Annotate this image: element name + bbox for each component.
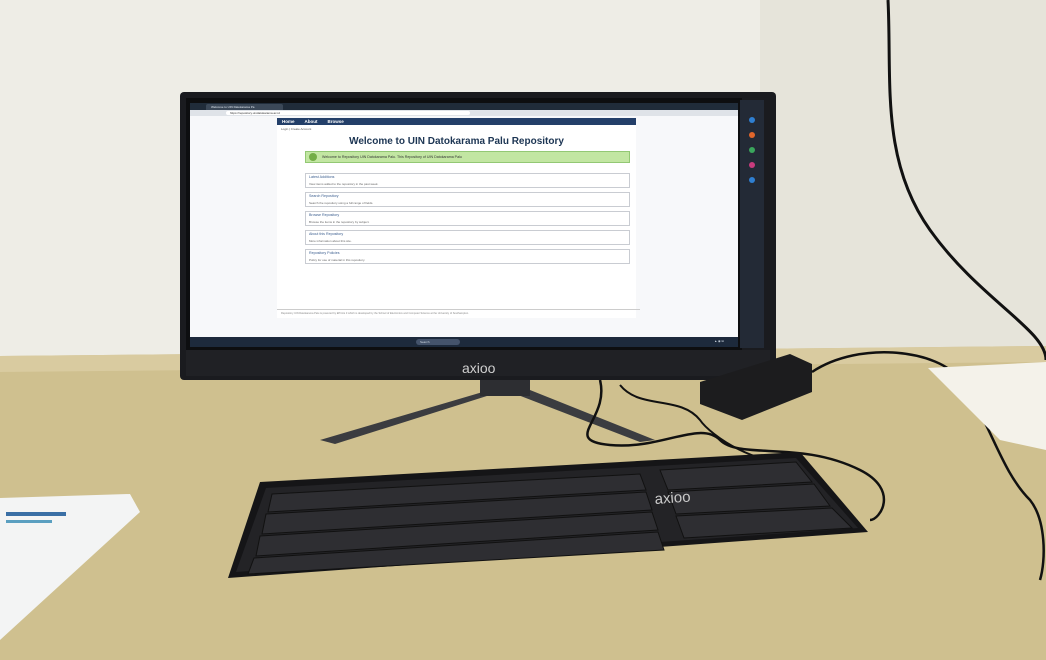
section-latest[interactable]: Latest Additions View items added to the… [305, 173, 630, 188]
section-heading[interactable]: Latest Additions [309, 175, 626, 179]
monitor-brand: axioo [462, 360, 496, 376]
system-tray[interactable]: ▲ ◉ ⊞ [714, 339, 724, 343]
menu-about[interactable]: About [305, 119, 318, 124]
url-field[interactable]: https://repository.uindatokarama.ac.id [226, 111, 470, 115]
section-policies[interactable]: Repository Policies Policy for use of ma… [305, 249, 630, 264]
windows-taskbar: Search ▲ ◉ ⊞ [190, 337, 738, 347]
section-about[interactable]: About this Repository More information a… [305, 230, 630, 245]
section-desc: Search the repository using a full range… [309, 201, 374, 205]
section-browse[interactable]: Browse Repository Browse the items in th… [305, 211, 630, 226]
browser-tab[interactable]: Welcome to UIN Datokarama Pa [206, 103, 283, 110]
taskbar-search[interactable]: Search [416, 339, 460, 345]
section-search[interactable]: Search Repository Search the repository … [305, 192, 630, 207]
menu-home[interactable]: Home [282, 119, 295, 124]
section-heading[interactable]: About this Repository [309, 232, 626, 236]
welcome-banner: Welcome to Repository UIN Datokarama Pal… [305, 151, 630, 163]
welcome-text: Welcome to Repository UIN Datokarama Pal… [322, 155, 462, 159]
browser-tab-bar: Welcome to UIN Datokarama Pa [190, 103, 738, 110]
menu-browse[interactable]: Browse [328, 119, 344, 124]
repository-page: Home About Browse Login | Create Account… [277, 118, 640, 318]
section-heading[interactable]: Browse Repository [309, 213, 626, 217]
section-heading[interactable]: Search Repository [309, 194, 626, 198]
section-desc: Policy for use of material in this repos… [309, 258, 366, 262]
eprints-logo-icon [309, 153, 317, 161]
site-menu: Home About Browse [277, 118, 636, 125]
section-desc: Browse the items in the repository by su… [309, 220, 370, 224]
section-desc: View items added to the repository in th… [309, 182, 379, 186]
login-links[interactable]: Login | Create Account [277, 125, 636, 133]
section-desc: More information about this site. [309, 239, 352, 243]
section-list: Latest Additions View items added to the… [305, 173, 630, 264]
page-footer: Repository UIN Datokarama Palu is powere… [277, 309, 640, 320]
page-title: Welcome to UIN Datokarama Palu Repositor… [349, 136, 564, 147]
section-heading[interactable]: Repository Policies [309, 251, 626, 255]
keyboard-brand: axioo [654, 489, 691, 508]
address-bar: https://repository.uindatokarama.ac.id [190, 110, 738, 116]
monitor-screen: Welcome to UIN Datokarama Pa https://rep… [190, 103, 738, 347]
